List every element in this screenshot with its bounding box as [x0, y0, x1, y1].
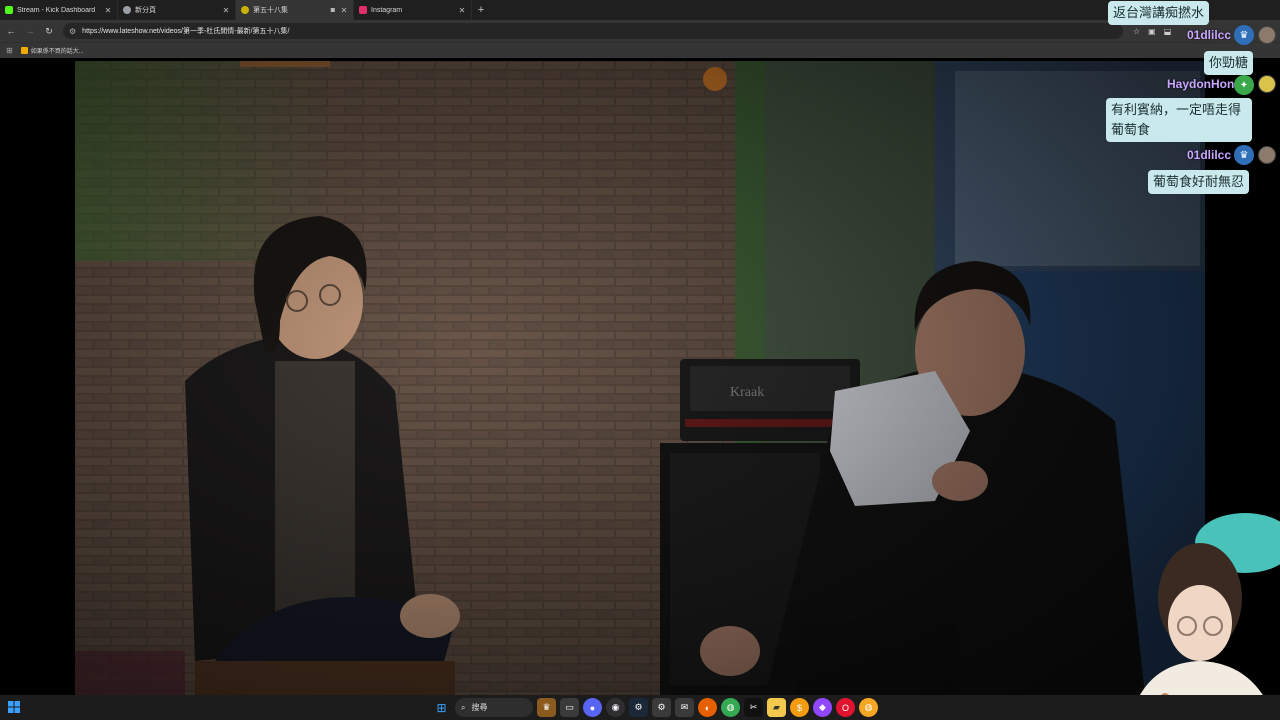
taskbar-icons: ⊞ ⌕ 搜尋 ♛ ▭ ● ◉ ⚙ ⚙ ✉ ◐ ◍ ✂ ▰ $ ◆ O ◍ [432, 698, 878, 717]
steam-icon[interactable]: ⚙ [629, 698, 648, 717]
chat-message: 你勁糖 [1204, 51, 1254, 75]
url-text: https://www.lateshow.net/videos/第一季-杜氏閒情… [82, 28, 290, 35]
bookmark-item[interactable]: 如果係不買的話大... [20, 46, 84, 55]
windows-start-icon[interactable] [8, 701, 20, 713]
chat-message: 有利賓納，一定唔走得 葡萄食 [1106, 98, 1252, 142]
forward-arrow-icon[interactable]: → [22, 23, 38, 39]
lateshow-favicon-icon [241, 6, 249, 14]
tab-instagram[interactable]: Instagram ✕ [354, 0, 472, 20]
firefox-icon[interactable]: ◐ [698, 698, 717, 717]
mail-icon[interactable]: ✉ [675, 698, 694, 717]
instagram-favicon-icon [359, 6, 367, 14]
tab-label: 第五十八集 [253, 7, 288, 14]
apps-grid-icon[interactable]: ⊞ [6, 46, 13, 55]
close-icon[interactable]: ✕ [104, 6, 112, 15]
task-view-icon[interactable]: ▭ [560, 698, 579, 717]
kick-favicon-icon [5, 6, 13, 14]
chat-message-text: 葡萄食好耐無忍 [1153, 174, 1245, 189]
wallet-icon[interactable]: $ [790, 698, 809, 717]
chat-overlay: 返台灣講痴撚水 01dlilcc ♛ 你勁糖 HaydonHon ✦ 有利賓納，… [1100, 0, 1280, 200]
tab-episode-58[interactable]: 第五十八集 ◙ ✕ [236, 0, 354, 20]
chat-message-text: 你勁糖 [1209, 55, 1249, 70]
back-arrow-icon[interactable]: ← [3, 23, 19, 39]
avatar [1258, 26, 1276, 44]
video-frame-scene: Kraak [75, 61, 1205, 695]
crown-badge-icon: ♛ [1234, 25, 1254, 45]
star-badge-icon: ✦ [1234, 75, 1254, 95]
audio-playing-icon[interactable]: ◙ [331, 7, 335, 14]
close-icon[interactable]: ✕ [340, 6, 348, 15]
site-info-icon[interactable]: ⚙ [69, 27, 76, 36]
avatar [1258, 75, 1276, 93]
video-player[interactable]: Kraak [75, 61, 1205, 695]
new-tab-button[interactable]: + [472, 0, 490, 20]
chat-message-text: 有利賓納，一定唔走得 葡萄食 [1111, 102, 1242, 137]
avatar [1258, 146, 1276, 164]
obs-icon[interactable]: ◉ [606, 698, 625, 717]
search-label: 搜尋 [471, 703, 488, 712]
chat-username: 01dlilcc [1187, 28, 1232, 42]
twitch-icon[interactable]: ◆ [813, 698, 832, 717]
search-icon: ⌕ [461, 702, 466, 712]
tab-kick-dashboard[interactable]: Stream - Kick Dashboard ✕ [0, 0, 118, 20]
bookmark-label: 如果係不買的話大... [30, 49, 84, 55]
settings-gear-icon[interactable]: ⚙ [652, 698, 671, 717]
chat-message: 返台灣講痴撚水 [1108, 1, 1210, 25]
windows-taskbar: ⊞ ⌕ 搜尋 ♛ ▭ ● ◉ ⚙ ⚙ ✉ ◐ ◍ ✂ ▰ $ ◆ O ◍ [0, 695, 1280, 720]
chat-username: 01dlilcc [1187, 148, 1232, 162]
webcam-overlay [1105, 513, 1280, 720]
chat-message-text: 返台灣講痴撚水 [1113, 5, 1205, 20]
close-icon[interactable]: ✕ [222, 6, 230, 15]
crown-badge-icon: ♛ [1234, 145, 1254, 165]
video-viewport[interactable]: Kraak [0, 58, 1280, 695]
chat-message: 葡萄食好耐無忍 [1148, 170, 1250, 194]
close-icon[interactable]: ✕ [458, 6, 466, 15]
file-explorer-icon[interactable]: ▰ [767, 698, 786, 717]
chat-username: HaydonHon [1167, 77, 1235, 91]
bookmark-favicon-icon [20, 47, 28, 54]
windows-start-icon[interactable]: ⊞ [432, 698, 451, 717]
game-app-icon[interactable]: ♛ [537, 698, 556, 717]
url-omnibox[interactable]: ⚙ https://www.lateshow.net/videos/第一季-杜氏… [63, 23, 1123, 39]
tab-new-tab[interactable]: 新分頁 ✕ [118, 0, 236, 20]
chrome-canary-icon[interactable]: ◍ [859, 698, 878, 717]
address-bar-row: ← → ↻ ⚙ https://www.lateshow.net/videos/… [0, 20, 1280, 42]
browser-tab-bar: Stream - Kick Dashboard ✕ 新分頁 ✕ 第五十八集 ◙ … [0, 0, 1280, 20]
chrome-icon[interactable]: ◍ [721, 698, 740, 717]
tab-label: Instagram [371, 6, 403, 14]
capcut-icon[interactable]: ✂ [744, 698, 763, 717]
screen: Stream - Kick Dashboard ✕ 新分頁 ✕ 第五十八集 ◙ … [0, 0, 1280, 720]
streamer-webcam [1130, 513, 1280, 720]
chat-app-icon[interactable]: ● [583, 698, 602, 717]
opera-icon[interactable]: O [836, 698, 855, 717]
taskbar-search[interactable]: ⌕ 搜尋 [455, 698, 533, 717]
reload-icon[interactable]: ↻ [41, 23, 57, 39]
tab-label: Stream - Kick Dashboard [17, 6, 96, 14]
bookmarks-bar: ⊞ 如果係不買的話大... [0, 42, 1280, 58]
globe-favicon-icon [123, 6, 131, 14]
tab-label: 新分頁 [135, 7, 156, 14]
